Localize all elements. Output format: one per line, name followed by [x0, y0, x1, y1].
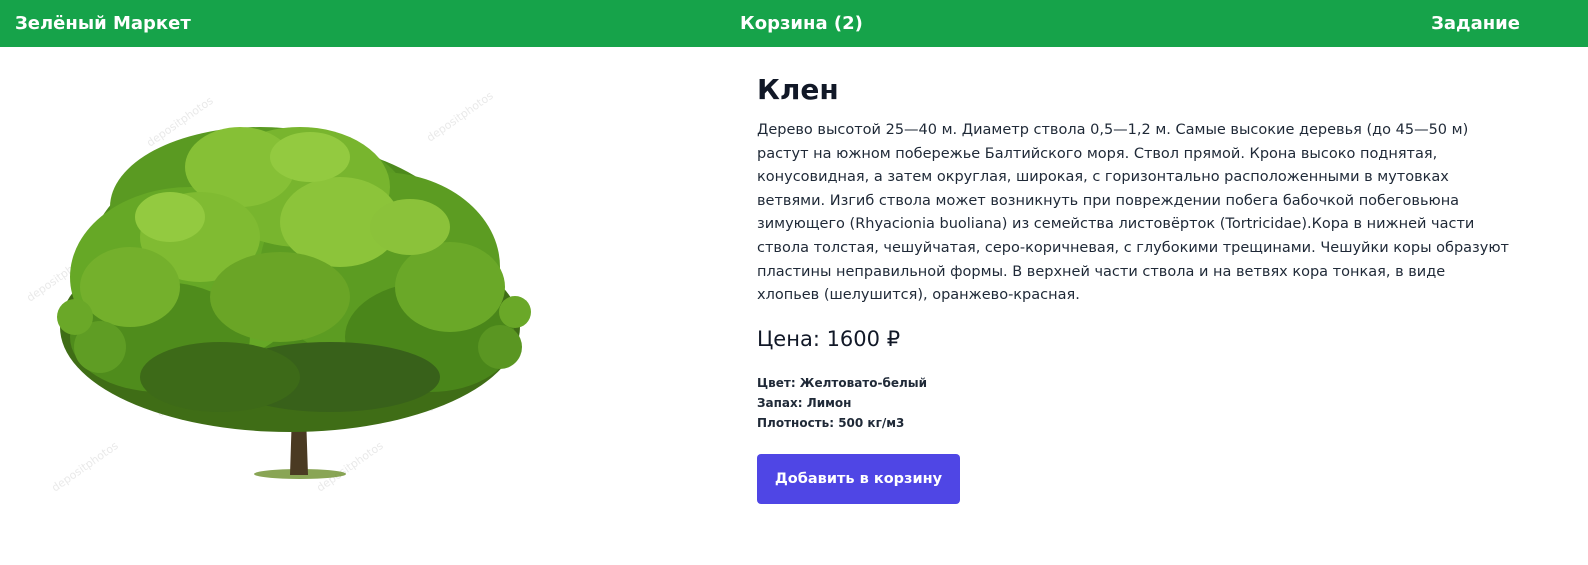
spec-smell: Запах: Лимон — [757, 396, 852, 410]
brand-link[interactable]: Зелёный Маркет — [15, 12, 191, 36]
tree-image-icon: depositphotos depositphotos depositphoto… — [24, 89, 531, 495]
product-title: Клен — [757, 73, 839, 106]
tree-crown — [57, 127, 531, 432]
task-link[interactable]: Задание — [1431, 12, 1520, 36]
add-to-cart-button[interactable]: Добавить в корзину — [757, 454, 960, 504]
svg-text:depositphotos: depositphotos — [424, 89, 496, 145]
top-navbar: Зелёный Маркет Корзина (2) Задание — [0, 0, 1588, 47]
product-specs: Цвет: Желтовато-белый Запах: Лимон Плотн… — [757, 373, 927, 433]
svg-text:depositphotos: depositphotos — [314, 439, 386, 495]
cart-link[interactable]: Корзина (2) — [740, 12, 863, 36]
product-price: Цена: 1600 ₽ — [757, 327, 901, 351]
product-image: depositphotos depositphotos depositphoto… — [0, 47, 740, 565]
svg-text:depositphotos: depositphotos — [49, 439, 121, 495]
spec-color: Цвет: Желтовато-белый — [757, 376, 928, 390]
spec-density: Плотность: 500 кг/м3 — [757, 416, 905, 430]
product-description: Дерево высотой 25—40 м. Диаметр ствола 0… — [757, 122, 1509, 304]
